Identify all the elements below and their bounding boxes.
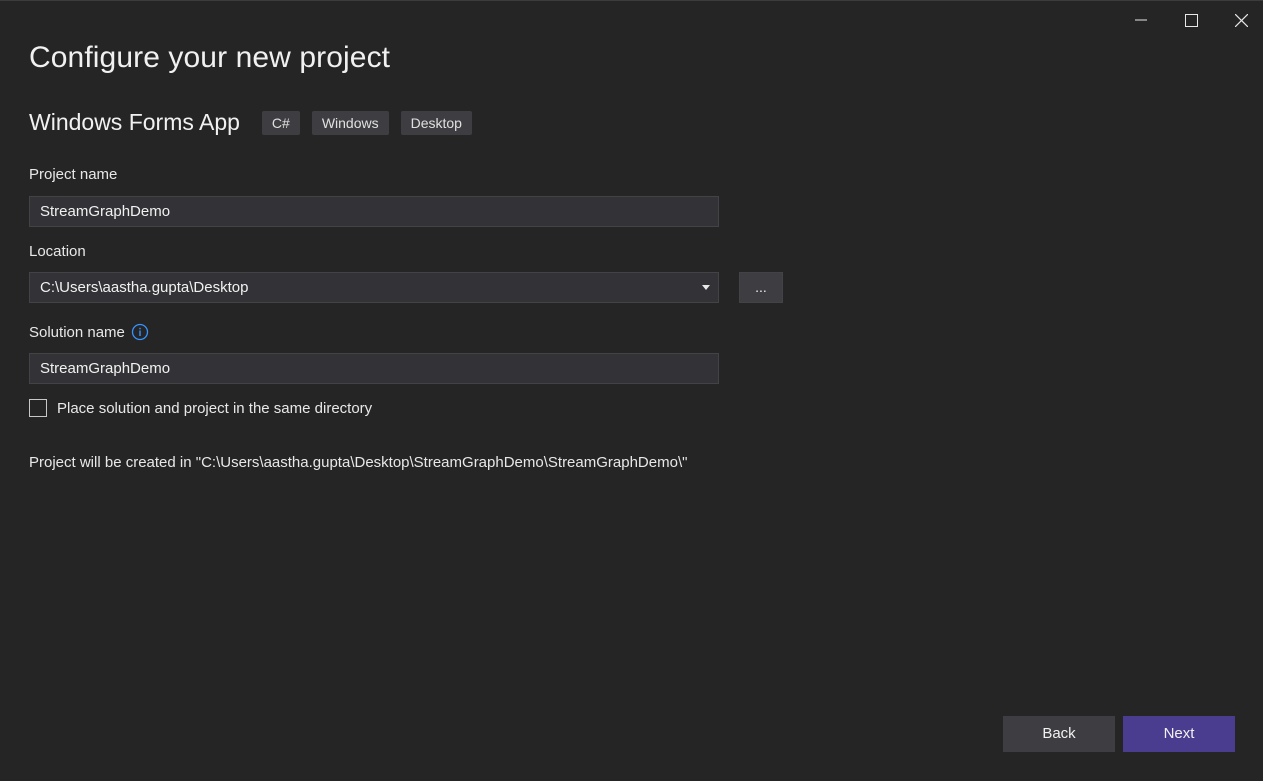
minimize-icon: [1135, 19, 1147, 21]
project-type-tag: Desktop: [400, 110, 472, 135]
maximize-button[interactable]: [1167, 1, 1215, 39]
back-button[interactable]: Back: [1003, 716, 1115, 752]
same-directory-checkbox[interactable]: [29, 399, 47, 417]
template-header: Windows Forms App C# Windows Desktop: [29, 109, 484, 136]
page-title: Configure your new project: [29, 41, 391, 74]
info-icon[interactable]: [131, 323, 149, 341]
language-tag: C#: [261, 110, 300, 135]
configure-project-window: Configure your new project Windows Forms…: [0, 0, 1263, 781]
maximize-icon: [1184, 13, 1198, 27]
next-button[interactable]: Next: [1123, 716, 1235, 752]
chevron-down-icon: [702, 285, 710, 290]
project-name-input[interactable]: [29, 196, 719, 227]
browse-button[interactable]: ...: [739, 272, 783, 303]
same-directory-option[interactable]: Place solution and project in the same d…: [29, 399, 372, 417]
close-button[interactable]: [1217, 1, 1263, 39]
close-icon: [1234, 13, 1248, 27]
project-name-label: Project name: [29, 166, 118, 183]
location-label: Location: [29, 243, 86, 260]
platform-tag: Windows: [311, 110, 389, 135]
solution-name-input[interactable]: [29, 353, 719, 384]
created-path-text: Project will be created in "C:\Users\aas…: [29, 454, 688, 471]
solution-name-label: Solution name: [29, 324, 125, 341]
same-directory-label: Place solution and project in the same d…: [57, 399, 373, 417]
location-combobox[interactable]: C:\Users\aastha.gupta\Desktop: [29, 272, 719, 303]
template-name: Windows Forms App: [29, 109, 240, 135]
location-value: C:\Users\aastha.gupta\Desktop: [40, 279, 249, 296]
minimize-button[interactable]: [1117, 1, 1165, 39]
